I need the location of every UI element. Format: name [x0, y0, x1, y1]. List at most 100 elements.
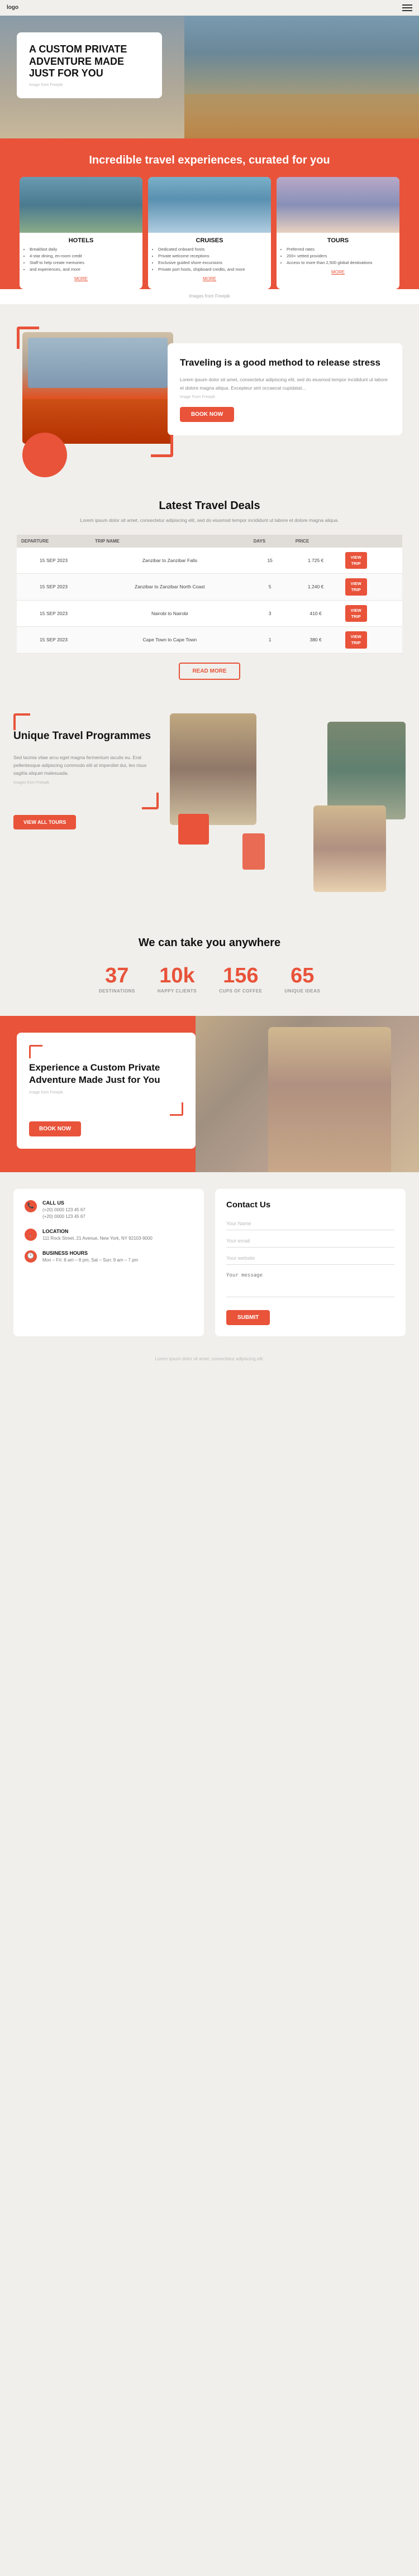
bracket-br-icon [151, 435, 173, 457]
adventure-section: Experience a Custom Private Adventure Ma… [0, 1016, 419, 1172]
hero-title: A CUSTOM PRIVATE ADVENTURE MADE JUST FOR… [29, 44, 150, 80]
days-3: 3 [249, 600, 291, 627]
deals-read-more-button[interactable]: READ MORE [179, 663, 240, 680]
deals-heading: Latest Travel Deals [17, 500, 402, 512]
hotel-card-features: Breakfast daily 4-star dining, en-room c… [20, 246, 142, 273]
table-row: 15 SEP 2023 Zanzibar to Zanzibar North C… [17, 574, 402, 601]
footer-section: 📞 CALL US (+20) 0000 123 45 67 (+20) 000… [0, 1172, 419, 1347]
stress-img-credit: Image From Freepik [180, 395, 390, 399]
travel-section: Incredible travel experiences, curated f… [0, 138, 419, 304]
view-trip-btn-2[interactable]: VIEWTRIP [345, 578, 367, 596]
call-value: (+20) 0000 123 45 67 (+20) 0000 123 45 6… [42, 1207, 85, 1221]
contact-form-panel: Contact Us SUBMIT [215, 1189, 406, 1336]
contact-submit-button[interactable]: SUBMIT [226, 1310, 270, 1325]
programmes-images [170, 713, 406, 892]
stat-clients-label: HAPPY CLIENTS [158, 989, 197, 994]
col-tripname: TRIP NAME [91, 535, 249, 548]
location-value: 111 Rock Street, 21 Avenue, New York, NY… [42, 1235, 153, 1243]
departure-1: 15 SEP 2023 [17, 548, 91, 574]
stress-section: Traveling is a good method to release st… [0, 304, 419, 488]
call-label: CALL US [42, 1200, 85, 1206]
location-item: 📍 LOCATION 111 Rock Street, 21 Avenue, N… [25, 1229, 193, 1243]
prog-orange-accent-2 [242, 833, 265, 870]
hours-item: 🕐 BUSINESS HOURS Mon – Fri: 8 am – 8 pm,… [25, 1250, 193, 1264]
programmes-section: Unique Travel Programmes Sed lacinia vit… [0, 697, 419, 920]
trip-4: Cape Town to Cape Town [91, 627, 249, 654]
programmes-body: Sed lacinia vitae arcu eget magna fermen… [13, 754, 159, 778]
stat-ideas-label: UNIQUE IDEAS [284, 989, 320, 994]
programmes-content: Unique Travel Programmes Sed lacinia vit… [13, 713, 159, 829]
hotel-card: HOTELS Breakfast daily 4-star dining, en… [20, 177, 142, 289]
programmes-view-tours-button[interactable]: VIEW ALL TOURS [13, 815, 76, 829]
view-trip-btn-4[interactable]: VIEWTRIP [345, 631, 367, 649]
departure-4: 15 SEP 2023 [17, 627, 91, 654]
hamburger-button[interactable] [402, 4, 412, 11]
cruises-feature-4: Private port hosts, shipboard credits, a… [158, 266, 271, 273]
stress-body: Lorem ipsum dolor sit amet, consectetur … [180, 376, 390, 392]
stat-coffee-label: CUPS OF COFFEE [219, 989, 262, 994]
cruises-card-title: CRUISES [148, 237, 271, 244]
contact-name-input[interactable] [226, 1217, 394, 1230]
adventure-book-now-button[interactable]: BOOK NOW [29, 1121, 81, 1136]
departure-3: 15 SEP 2023 [17, 600, 91, 627]
hours-label: BUSINESS HOURS [42, 1250, 138, 1256]
tours-feature-1: Preferred rates [287, 246, 399, 253]
hotel-more-link[interactable]: MORE [20, 276, 142, 281]
hotel-card-title: HOTELS [20, 237, 142, 244]
action-2[interactable]: VIEWTRIP [341, 574, 402, 601]
stat-coffee-number: 156 [219, 965, 262, 986]
cruises-card: CRUISES Dedicated onboard hosts Private … [148, 177, 271, 289]
hours-value: Mon – Fri: 8 am – 8 pm, Sat – Sun: 9 am … [42, 1257, 138, 1264]
stress-content-card: Traveling is a good method to release st… [168, 343, 402, 435]
col-price: PRICE [291, 535, 341, 548]
cruises-more-link[interactable]: MORE [148, 276, 271, 281]
action-1[interactable]: VIEWTRIP [341, 548, 402, 574]
adventure-person-image [268, 1027, 391, 1172]
deals-section: Latest Travel Deals Lorem ipsum dolor si… [0, 488, 419, 697]
prog-img-3 [313, 805, 386, 892]
col-departure: DEPARTURE [17, 535, 91, 548]
location-icon: 📍 [25, 1229, 37, 1241]
contact-email-input[interactable] [226, 1235, 394, 1248]
col-action [341, 535, 402, 548]
logo: logo [7, 4, 18, 11]
stat-ideas: 65 UNIQUE IDEAS [284, 965, 320, 994]
view-trip-btn-1[interactable]: VIEWTRIP [345, 552, 367, 569]
tours-feature-3: Access to more than 2,500 global destina… [287, 260, 399, 266]
stat-ideas-number: 65 [284, 965, 320, 986]
phone-icon: 📞 [25, 1200, 37, 1212]
contact-form-heading: Contact Us [226, 1200, 394, 1210]
departure-2: 15 SEP 2023 [17, 574, 91, 601]
tours-more-link[interactable]: MORE [277, 270, 399, 275]
stress-orange-circle [22, 433, 67, 477]
prog-orange-accent-1 [178, 814, 209, 845]
stats-row: 37 DESTINATIONS 10k HAPPY CLIENTS 156 CU… [11, 965, 408, 994]
adventure-content-card: Experience a Custom Private Adventure Ma… [17, 1033, 196, 1149]
programmes-img-credit: Images from Freepik [13, 781, 159, 785]
stats-section: We can take you anywhere 37 DESTINATIONS… [0, 920, 419, 1016]
hero-img-credit: Image from Freepik [29, 83, 150, 87]
stress-book-now-button[interactable]: BOOK NOW [180, 407, 234, 422]
trip-2: Zanzibar to Zanzibar North Coast [91, 574, 249, 601]
hotel-feature-4: and experiences, and more [30, 266, 142, 273]
action-4[interactable]: VIEWTRIP [341, 627, 402, 654]
trip-1: Zanzibar to Zanzibar Falls [91, 548, 249, 574]
footer-bottom-text: Lorem ipsum dolor sit amet, consectetur … [155, 1356, 264, 1361]
location-label: LOCATION [42, 1229, 153, 1234]
stat-destinations-number: 37 [99, 965, 135, 986]
stress-heading: Traveling is a good method to release st… [180, 357, 390, 369]
call-us-item: 📞 CALL US (+20) 0000 123 45 67 (+20) 000… [25, 1200, 193, 1221]
adv-bracket-tl [29, 1045, 42, 1058]
price-3: 410 € [291, 600, 341, 627]
cruises-card-image [148, 177, 271, 233]
view-trip-btn-3[interactable]: VIEWTRIP [345, 605, 367, 622]
tours-feature-2: 200+ vetted providers [287, 253, 399, 260]
prog-img-1 [170, 713, 256, 825]
deals-table: DEPARTURE TRIP NAME DAYS PRICE 15 SEP 20… [17, 535, 402, 654]
adv-bracket-br [170, 1102, 183, 1116]
contact-website-input[interactable] [226, 1252, 394, 1265]
trip-3: Nairobi to Nairobi [91, 600, 249, 627]
hero-mountain-overlay [184, 94, 419, 138]
contact-message-input[interactable] [226, 1269, 394, 1297]
action-3[interactable]: VIEWTRIP [341, 600, 402, 627]
